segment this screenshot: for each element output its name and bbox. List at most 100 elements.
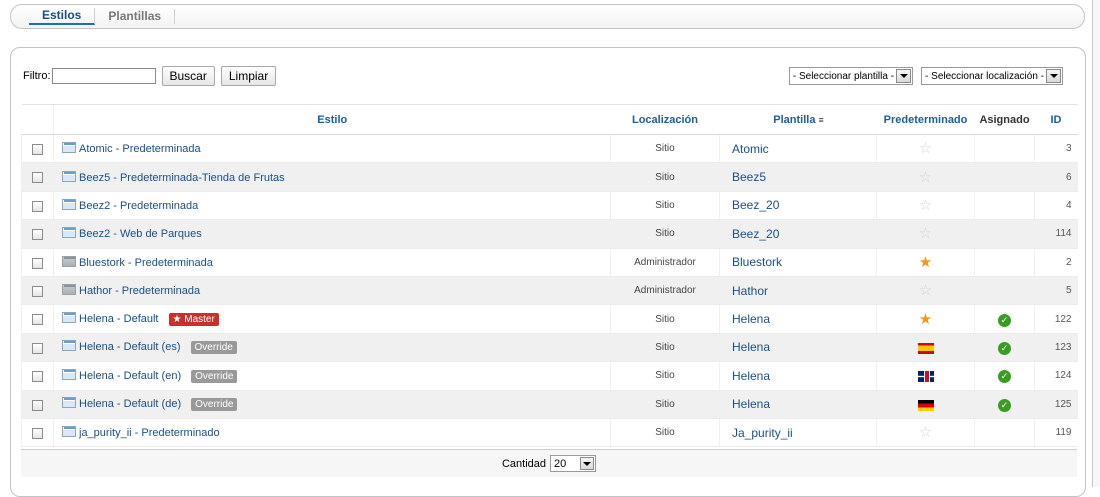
default-star-empty-icon[interactable]: ☆: [919, 425, 932, 440]
column-header-assigned[interactable]: Asignado: [974, 104, 1035, 135]
default-star-empty-icon[interactable]: ☆: [919, 141, 932, 156]
page-size-select[interactable]: 20: [550, 455, 597, 472]
template-link[interactable]: Beez5: [732, 170, 766, 184]
style-link[interactable]: Atomic - Predeterminada: [79, 143, 201, 155]
pagination-footer: Cantidad 20: [21, 449, 1077, 477]
filter-bar: Filtro: Buscar Limpiar: [23, 66, 277, 86]
clear-button[interactable]: Limpiar: [220, 66, 277, 86]
table-row[interactable]: Hathor - Predeterminada Administrador Ha…: [21, 276, 1078, 306]
template-cell: Beez_20: [719, 219, 877, 249]
site-template-icon: [62, 426, 76, 438]
assigned-check-icon: ✓: [998, 398, 1011, 412]
column-header-template[interactable]: Plantilla ≡: [719, 104, 877, 135]
style-link[interactable]: Beez2 - Web de Parques: [79, 228, 202, 240]
row-checkbox[interactable]: [32, 427, 43, 439]
row-checkbox[interactable]: [32, 399, 43, 411]
style-link[interactable]: ja_purity_ii - Predeterminado: [79, 427, 220, 439]
template-link[interactable]: Bluestork: [732, 255, 782, 269]
tab-plantillas[interactable]: Plantillas: [95, 9, 176, 24]
style-link[interactable]: Helena - Default (de): [79, 398, 181, 410]
tab-estilos[interactable]: Estilos: [29, 8, 96, 25]
table-row[interactable]: Bluestork - Predeterminada Administrador…: [21, 248, 1078, 277]
template-link[interactable]: Helena: [732, 312, 770, 326]
default-cell: ☆: [876, 191, 975, 221]
column-header-id[interactable]: ID: [1034, 104, 1078, 135]
row-checkbox[interactable]: [32, 342, 43, 354]
template-link[interactable]: Ja_purity_ii: [732, 426, 793, 440]
row-checkbox[interactable]: [32, 229, 43, 241]
assigned-cell: [974, 191, 1035, 221]
table-row[interactable]: Helena - Default (de) Override Sitio Hele…: [21, 390, 1078, 419]
filter-selects: - Seleccionar plantilla - - Seleccionar …: [781, 67, 1063, 85]
table-row[interactable]: Helena - Default (en) Override Sitio Hele…: [21, 361, 1078, 391]
style-link[interactable]: Hathor - Predeterminada: [79, 285, 200, 297]
flag-en-icon[interactable]: [917, 371, 934, 383]
assigned-cell: ✓: [974, 361, 1035, 391]
column-header-default[interactable]: Predeterminado: [876, 104, 975, 135]
search-button[interactable]: Buscar: [161, 66, 215, 86]
page-scrollbar[interactable]: [1092, 0, 1100, 487]
flag-de-icon[interactable]: [917, 399, 934, 411]
style-link[interactable]: Bluestork - Predeterminada: [79, 257, 213, 269]
location-select[interactable]: - Seleccionar localización -: [921, 67, 1063, 85]
default-star-empty-icon[interactable]: ☆: [919, 283, 932, 298]
style-link[interactable]: Beez5 - Predeterminada-Tienda de Frutas: [79, 172, 285, 184]
default-cell: ☆: [876, 276, 975, 306]
filter-input[interactable]: [51, 68, 156, 84]
style-cell: Helena - Default ★ Master: [53, 304, 611, 334]
location-cell: Sitio: [610, 304, 720, 334]
style-cell: ja_purity_ii - Predeterminado: [53, 418, 611, 448]
row-checkbox[interactable]: [32, 200, 43, 212]
template-cell: Helena: [719, 333, 877, 363]
style-link[interactable]: Beez2 - Predeterminada: [79, 200, 198, 212]
template-link[interactable]: Helena: [732, 397, 770, 411]
default-cell: ★: [876, 304, 975, 334]
admin-template-icon: [62, 255, 76, 267]
location-cell: Sitio: [610, 333, 720, 363]
row-checkbox[interactable]: [32, 371, 43, 383]
table-row[interactable]: Atomic - Predeterminada Sitio Atomic ☆ 3: [21, 134, 1078, 164]
site-template-icon: [62, 227, 76, 239]
template-link[interactable]: Beez_20: [732, 227, 779, 241]
default-star-filled-icon[interactable]: ★: [919, 255, 932, 270]
style-link[interactable]: Helena - Default (es): [79, 341, 181, 353]
column-header-style[interactable]: Estilo: [53, 104, 611, 135]
default-star-empty-icon[interactable]: ☆: [919, 226, 932, 241]
row-checkbox-cell: [21, 276, 54, 306]
table-row[interactable]: ja_purity_ii - Predeterminado Sitio Ja_p…: [21, 418, 1078, 448]
template-link[interactable]: Beez_20: [732, 198, 779, 212]
default-star-empty-icon[interactable]: ☆: [919, 198, 932, 213]
table-row[interactable]: Beez2 - Predeterminada Sitio Beez_20 ☆ 4: [21, 191, 1078, 221]
column-header-location[interactable]: Localización: [610, 104, 720, 135]
row-checkbox[interactable]: [32, 172, 43, 184]
style-cell: Helena - Default (de) Override: [53, 390, 611, 419]
template-link[interactable]: Atomic: [732, 142, 769, 156]
id-cell: 2: [1034, 248, 1078, 277]
assigned-check-icon: ✓: [998, 313, 1011, 327]
default-star-filled-icon[interactable]: ★: [919, 312, 932, 327]
row-checkbox[interactable]: [32, 144, 43, 156]
table-row[interactable]: Helena - Default ★ Master Sitio Helena ★ …: [21, 304, 1078, 334]
table-row[interactable]: Helena - Default (es) Override Sitio Hele…: [21, 333, 1078, 363]
template-link[interactable]: Hathor: [732, 284, 768, 298]
location-cell: Sitio: [610, 162, 720, 192]
table-row[interactable]: Beez5 - Predeterminada-Tienda de Frutas …: [21, 162, 1078, 192]
row-checkbox[interactable]: [32, 257, 43, 269]
default-cell: [876, 333, 975, 363]
default-star-empty-icon[interactable]: ☆: [919, 170, 932, 185]
location-cell: Sitio: [610, 418, 720, 448]
style-cell: Hathor - Predeterminada: [53, 276, 611, 306]
id-cell: 125: [1034, 390, 1078, 419]
row-checkbox[interactable]: [32, 314, 43, 326]
table-row[interactable]: Beez2 - Web de Parques Sitio Beez_20 ☆ 1…: [21, 219, 1078, 249]
row-checkbox[interactable]: [32, 285, 43, 297]
template-link[interactable]: Helena: [732, 369, 770, 383]
override-badge: Override: [191, 369, 238, 383]
default-cell: ☆: [876, 162, 975, 192]
style-cell: Beez2 - Web de Parques: [53, 219, 611, 249]
flag-es-icon[interactable]: [917, 342, 934, 354]
template-link[interactable]: Helena: [732, 340, 770, 354]
style-link[interactable]: Helena - Default (en): [79, 370, 181, 382]
style-link[interactable]: Helena - Default: [79, 313, 159, 325]
template-select[interactable]: - Seleccionar plantilla -: [788, 67, 914, 85]
